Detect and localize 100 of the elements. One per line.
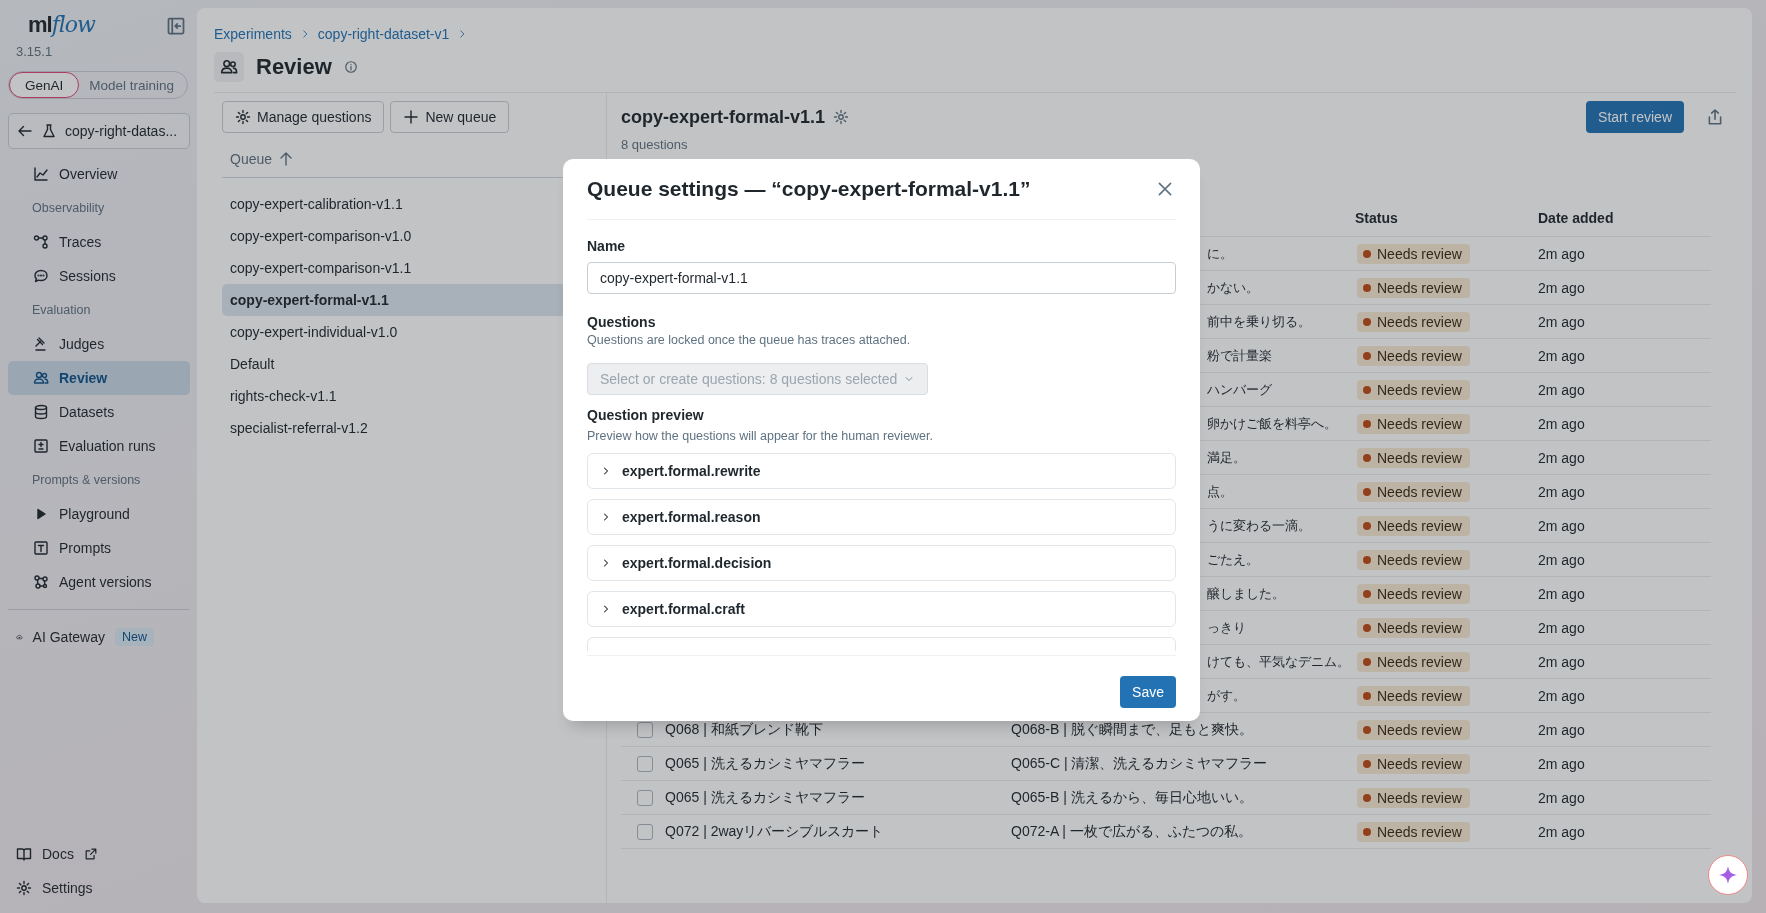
question-accordion[interactable]: expert.formal.reason <box>587 499 1176 535</box>
column-header: Status <box>1355 210 1399 226</box>
nav-item[interactable]: Judges <box>8 327 190 361</box>
save-button[interactable]: Save <box>1120 676 1176 708</box>
table-cell: Q068-B | 脱ぐ瞬間まで、足もと爽快。 <box>1011 720 1253 737</box>
table-cell-text: Q072 | 2wayリバーシブルスカート <box>665 822 885 841</box>
table-cell-text: 2m ago <box>1538 347 1586 364</box>
help-text: Preview how the questions will appear for the human reviewer. <box>587 429 934 443</box>
nav-item[interactable]: Docs <box>42 846 74 862</box>
table-cell: 満足。 <box>1207 449 1246 465</box>
share-icon[interactable] <box>1706 108 1724 126</box>
row-checkbox[interactable] <box>637 823 653 840</box>
table-cell: 前中を乗り切る。 <box>1207 313 1311 329</box>
new-queue-button[interactable]: New queue <box>390 101 510 133</box>
table-cell-text: 2m ago <box>1538 449 1586 466</box>
table-cell-text: 2m ago <box>1538 721 1586 738</box>
nav-item[interactable]: Agent versions <box>8 565 190 599</box>
field-label: Name <box>587 238 627 254</box>
table-cell-text: 2m ago <box>1538 687 1586 704</box>
status-badge: Needs review <box>1357 719 1470 740</box>
table-cell: うに変わる一滴。 <box>1207 517 1311 533</box>
table-cell-text: 2m ago <box>1538 415 1586 432</box>
question-accordion[interactable]: expert.formal.rewrite <box>587 453 1176 489</box>
nav-item[interactable]: Settings <box>42 880 93 896</box>
table-cell-text: 2m ago <box>1538 789 1586 806</box>
table-cell-text: 2m ago <box>1538 585 1586 602</box>
column-header: Date added <box>1538 210 1615 226</box>
nav-item[interactable]: AI Gateway <box>32 629 105 645</box>
text-box-icon <box>33 540 49 556</box>
plus-icon <box>403 109 420 125</box>
users-icon <box>33 370 49 386</box>
table-cell: に。 <box>1207 245 1233 261</box>
nav-section-label: Observability <box>31 200 106 217</box>
nav-item[interactable]: Traces <box>8 225 190 259</box>
table-cell-text: Q065 | 洗えるカシミヤマフラー <box>665 754 866 773</box>
molecule-icon <box>33 574 49 590</box>
book-icon <box>16 846 32 862</box>
collapse-sidebar-icon[interactable] <box>166 16 186 36</box>
breadcrumb-link[interactable]: copy-right-dataset-v1 <box>317 26 450 42</box>
info-icon <box>343 60 358 74</box>
section-label: Questions <box>587 314 657 330</box>
breadcrumb-link[interactable]: Experiments <box>214 26 292 42</box>
table-cell-text: 2m ago <box>1538 313 1586 330</box>
status-badge: Needs review <box>1357 481 1470 502</box>
status-badge: Needs review <box>1357 379 1470 400</box>
table-cell-text: 2m ago <box>1538 483 1586 500</box>
table-cell: ハンバーグ <box>1207 381 1272 397</box>
nav-item[interactable]: Playground <box>8 497 190 531</box>
status-badge: Needs review <box>1357 753 1470 774</box>
status-badge: Needs review <box>1357 413 1470 434</box>
start-review-button[interactable]: Start review <box>1586 101 1684 133</box>
manage-questions-button[interactable]: Manage questions <box>222 101 385 133</box>
table-cell: 卵かけご飯を料亭へ。 <box>1207 415 1337 431</box>
table-cell-text: 2m ago <box>1538 755 1586 772</box>
sparkle-icon <box>1718 865 1738 885</box>
nav-item[interactable]: Overview <box>8 157 190 191</box>
table-cell: 醸しました。 <box>1207 585 1285 601</box>
status-badge: Needs review <box>1357 515 1470 536</box>
table-cell: っきり <box>1207 619 1246 635</box>
plus-minus-icon <box>33 438 49 454</box>
status-badge: Needs review <box>1357 651 1470 672</box>
name-input-field[interactable]: copy-expert-formal-v1.1 <box>587 262 1176 294</box>
chart-icon <box>33 166 49 182</box>
table-cell: Q065-B | 洗えるから、毎日心地いい。 <box>1011 788 1253 805</box>
flask-icon <box>41 123 57 139</box>
row-checkbox[interactable] <box>637 755 653 772</box>
table-cell-text: Q065 | 洗えるカシミヤマフラー <box>665 788 866 807</box>
question-accordion[interactable]: expert.formal.craft <box>587 591 1176 627</box>
status-badge: Needs review <box>1357 243 1470 264</box>
row-checkbox[interactable] <box>637 721 653 738</box>
table-cell: Q065-C | 清潔、洗えるカシミヤマフラー <box>1011 754 1268 771</box>
question-accordion[interactable]: expert.formal.decision <box>587 545 1176 581</box>
table-cell-text: 2m ago <box>1538 279 1586 296</box>
nodes-icon <box>33 234 49 250</box>
version-label: 3.15.1 <box>15 44 54 59</box>
row-checkbox[interactable] <box>637 789 653 806</box>
table-cell-text: 2m ago <box>1538 823 1586 840</box>
table-cell: ごたえ。 <box>1207 551 1259 567</box>
help-text: Questions are locked once the queue has traces attached. <box>587 333 912 347</box>
nav-item[interactable]: Prompts <box>8 531 190 565</box>
table-cell-text: 2m ago <box>1538 653 1586 670</box>
status-badge: Needs review <box>1357 685 1470 706</box>
nav-item[interactable]: Datasets <box>8 395 190 429</box>
column-header[interactable]: Queue <box>230 151 273 167</box>
database-icon <box>33 404 49 420</box>
mode-tab[interactable]: Model training <box>79 72 185 98</box>
table-cell: けても、平気なデニム。 <box>1207 653 1350 669</box>
mode-tab[interactable]: GenAI <box>9 72 80 98</box>
status-badge: Needs review <box>1357 549 1470 570</box>
status-badge: Needs review <box>1357 821 1470 842</box>
status-badge: Needs review <box>1357 787 1470 808</box>
close-icon[interactable] <box>1156 180 1174 198</box>
status-badge: Needs review <box>1357 617 1470 638</box>
nav-item[interactable]: Evaluation runs <box>8 429 190 463</box>
table-cell-text: 2m ago <box>1538 551 1586 568</box>
table-cell-text: Q068 | 和紙ブレンド靴下 <box>665 720 824 739</box>
nav-item[interactable]: Sessions <box>8 259 190 293</box>
external-link-icon <box>83 847 98 861</box>
status-badge: Needs review <box>1357 583 1470 604</box>
app-logo[interactable]: mlflow <box>28 12 95 38</box>
